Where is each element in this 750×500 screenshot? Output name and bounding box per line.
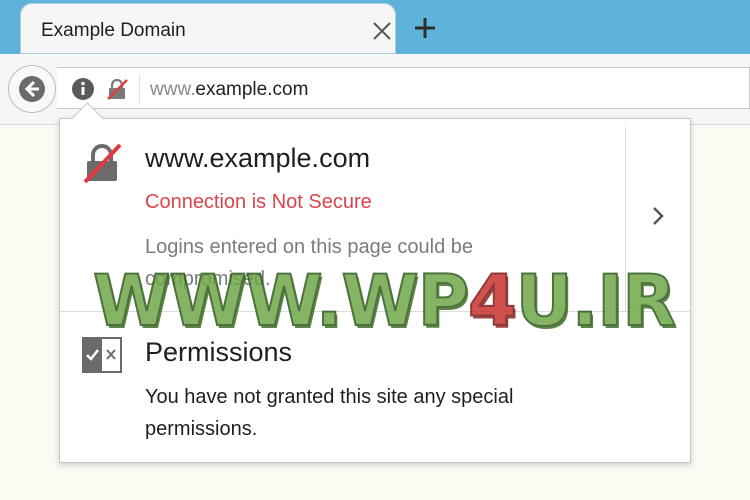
watermark: WWW.WP4U.IR [92, 259, 677, 343]
url-bar[interactable]: www.example.com [57, 67, 750, 109]
site-host: www.example.com [145, 143, 371, 173]
plus-icon[interactable] [409, 12, 441, 44]
insecure-lock-icon [83, 143, 122, 184]
insecure-lock-icon[interactable] [106, 77, 128, 101]
close-icon[interactable] [369, 18, 395, 44]
tab-title: Example Domain [41, 20, 186, 41]
url-prefix: www. [150, 79, 196, 100]
watermark-part3: U.IR [515, 259, 677, 343]
chevron-right-icon [653, 207, 664, 225]
nav-bar: www.example.com [0, 54, 750, 125]
permissions-icon [82, 337, 122, 373]
connection-status: Connection is Not Secure [145, 191, 372, 213]
url-text[interactable]: www.example.com [150, 79, 308, 101]
watermark-part2: 4 [467, 259, 518, 343]
back-button[interactable] [8, 65, 56, 113]
url-separator [139, 74, 140, 104]
arrow-left-icon [19, 76, 45, 102]
info-icon[interactable] [71, 77, 95, 101]
tab-strip: Example Domain [0, 0, 750, 54]
watermark-part1: WWW.WP [92, 259, 470, 343]
permissions-description: You have not granted this site any speci… [145, 386, 514, 440]
url-host: example.com [195, 79, 309, 100]
tab-example-domain[interactable]: Example Domain [20, 3, 396, 54]
